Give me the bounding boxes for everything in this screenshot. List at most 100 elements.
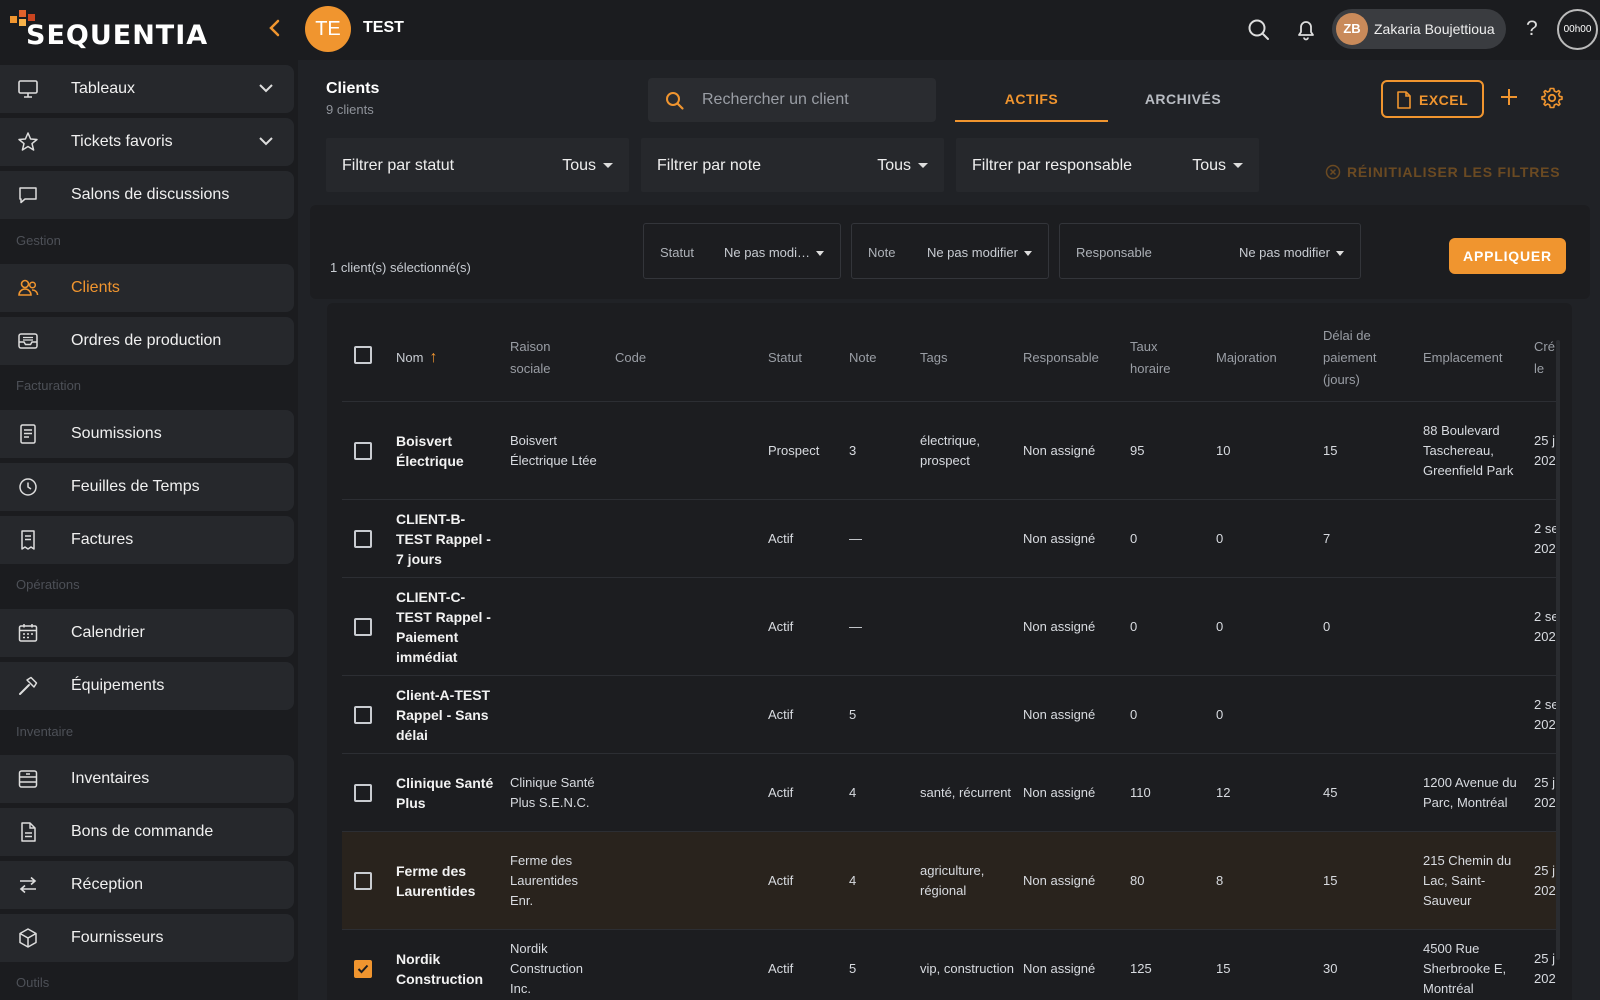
- search-input[interactable]: [702, 88, 922, 112]
- table-row[interactable]: Client-A-TEST Rappel - Sans délai Actif 5 N…: [342, 675, 1559, 753]
- filter-statut[interactable]: Filtrer par statut Tous: [326, 138, 629, 192]
- cell-tags: [920, 500, 1015, 577]
- sidebar-item-equipements[interactable]: Équipements: [0, 662, 294, 710]
- column-header-note[interactable]: Note: [849, 315, 909, 401]
- cell-delai: 0: [1323, 618, 1331, 634]
- cell-emplacement: [1423, 500, 1523, 577]
- cell-nom[interactable]: Clinique Santé Plus: [396, 754, 496, 831]
- sidebar-item-ordres-production[interactable]: Ordres de production: [0, 317, 294, 365]
- table-row[interactable]: CLIENT-B-TEST Rappel - 7 jours Actif — Non …: [342, 499, 1559, 577]
- table-row[interactable]: Nordik Construction Nordik Construction I…: [342, 929, 1557, 1000]
- cell-raison: [510, 500, 600, 577]
- cell-raison: [510, 578, 600, 675]
- cell-majoration: 0: [1216, 530, 1224, 546]
- user-name: Zakaria Boujettioua: [1374, 21, 1495, 37]
- filter-note[interactable]: Filtrer par note Tous: [641, 138, 944, 192]
- column-header-delai-paiement[interactable]: Délai de paiement (jours): [1323, 315, 1403, 401]
- star-icon: [18, 132, 38, 151]
- select-all-checkbox[interactable]: [354, 346, 372, 364]
- table-row[interactable]: Ferme des Laurentides Ferme des Laurentid…: [342, 831, 1557, 929]
- filter-responsable[interactable]: Filtrer par responsable Tous: [956, 138, 1259, 192]
- row-checkbox[interactable]: [354, 706, 372, 724]
- section-label-inventaire: Inventaire: [16, 724, 74, 739]
- column-header-emplacement[interactable]: Emplacement: [1423, 315, 1523, 401]
- bulk-note-select[interactable]: Note Ne pas modifier: [851, 223, 1049, 279]
- help-icon[interactable]: ?: [1526, 17, 1538, 41]
- collapse-sidebar-button[interactable]: [268, 17, 288, 43]
- table-row[interactable]: Boisvert Électrique Boisvert Électrique L…: [342, 401, 1557, 499]
- cell-emplacement: 88 Boulevard Taschereau, Greenfield Park: [1423, 422, 1514, 478]
- logo-square: [19, 10, 26, 17]
- row-checkbox[interactable]: [354, 442, 372, 460]
- reset-filters-button[interactable]: RÉINITIALISER LES FILTRES: [1325, 164, 1560, 180]
- sequentia-logo[interactable]: SEQUENTIA: [6, 10, 207, 51]
- column-header-taux-horaire[interactable]: Taux horaire: [1130, 315, 1190, 401]
- cell-nom[interactable]: Nordik Construction: [396, 930, 496, 1000]
- row-checkbox[interactable]: [354, 960, 372, 978]
- clients-table: Nom ↑ Raison sociale Code Statut Note Ta…: [327, 303, 1572, 1000]
- tab-actifs[interactable]: ACTIFS: [955, 80, 1108, 122]
- workspace-avatar[interactable]: TE: [305, 6, 351, 52]
- column-header-majoration[interactable]: Majoration: [1216, 315, 1306, 401]
- cell-raison: Clinique Santé Plus S.E.N.C.: [510, 774, 595, 810]
- column-header-tags[interactable]: Tags: [920, 315, 1000, 401]
- table-row[interactable]: CLIENT-C-TEST Rappel - Paiement immédiat…: [342, 577, 1559, 675]
- table-row[interactable]: Clinique Santé Plus Clinique Santé Plus S…: [342, 753, 1557, 831]
- sidebar-item-calendrier[interactable]: Calendrier: [0, 609, 294, 657]
- users-icon: [18, 279, 39, 296]
- column-header-raison-sociale[interactable]: Raison sociale: [510, 315, 590, 401]
- apply-button[interactable]: APPLIQUER: [1449, 238, 1566, 274]
- sort-arrow-icon: ↑: [429, 349, 438, 366]
- bell-icon[interactable]: [1292, 16, 1320, 44]
- sidebar-item-feuilles-temps[interactable]: Feuilles de Temps: [0, 463, 294, 511]
- row-checkbox[interactable]: [354, 872, 372, 890]
- arrows-icon: [19, 876, 37, 894]
- sidebar-item-tableaux[interactable]: Tableaux: [0, 65, 294, 113]
- column-header-nom[interactable]: Nom ↑: [396, 315, 496, 401]
- column-header-code[interactable]: Code: [615, 315, 695, 401]
- timer-badge[interactable]: 00h00: [1557, 9, 1598, 50]
- user-menu[interactable]: ZB Zakaria Boujettioua: [1332, 9, 1506, 49]
- inbox-icon: [18, 333, 38, 349]
- sidebar-item-reception[interactable]: Réception: [0, 861, 294, 909]
- bulk-edit-panel: 1 client(s) sélectionné(s) Statut Ne pas…: [310, 205, 1590, 299]
- add-client-button[interactable]: [1498, 84, 1520, 115]
- tab-archives[interactable]: ARCHIVÉS: [1108, 80, 1258, 122]
- cell-delai: 7: [1323, 530, 1331, 546]
- sidebar-item-bons-commande[interactable]: Bons de commande: [0, 808, 294, 856]
- row-checkbox[interactable]: [354, 784, 372, 802]
- cell-delai: 15: [1323, 442, 1338, 458]
- export-excel-button[interactable]: EXCEL: [1381, 80, 1484, 118]
- search-box: [648, 78, 936, 122]
- bulk-responsable-select[interactable]: Responsable Ne pas modifier: [1059, 223, 1361, 279]
- cell-nom[interactable]: CLIENT-B-TEST Rappel - 7 jours: [396, 500, 496, 577]
- sidebar-item-clients[interactable]: Clients: [0, 264, 294, 312]
- gear-icon: [1541, 87, 1563, 109]
- sidebar-item-tickets-favoris[interactable]: Tickets favoris: [0, 118, 294, 166]
- sidebar-item-factures[interactable]: Factures: [0, 516, 294, 564]
- search-icon[interactable]: [1245, 16, 1273, 44]
- sidebar-item-salons[interactable]: Salons de discussions: [0, 171, 294, 219]
- cell-nom[interactable]: Boisvert Électrique: [396, 402, 496, 499]
- stack-icon: [18, 770, 38, 788]
- sidebar-item-fournisseurs[interactable]: Fournisseurs: [0, 914, 294, 962]
- sidebar-item-inventaires[interactable]: Inventaires: [0, 755, 294, 803]
- cell-responsable: Non assigné: [1023, 960, 1096, 976]
- sidebar-item-soumissions[interactable]: Soumissions: [0, 410, 294, 458]
- cell-statut: Actif: [768, 784, 794, 800]
- settings-button[interactable]: [1540, 86, 1564, 115]
- column-header-responsable[interactable]: Responsable: [1023, 315, 1123, 401]
- bulk-statut-select[interactable]: Statut Ne pas modi…: [643, 223, 841, 279]
- search-icon: [666, 92, 684, 110]
- row-checkbox[interactable]: [354, 618, 372, 636]
- scrollbar[interactable]: [1556, 340, 1560, 960]
- section-label-gestion: Gestion: [16, 233, 61, 248]
- cell-nom[interactable]: Ferme des Laurentides: [396, 832, 496, 929]
- cell-taux: 80: [1130, 872, 1145, 888]
- cell-code: [615, 832, 695, 929]
- cell-nom[interactable]: Client-A-TEST Rappel - Sans délai: [396, 676, 496, 753]
- cell-nom[interactable]: CLIENT-C-TEST Rappel - Paiement immédiat: [396, 578, 496, 675]
- cell-emplacement: [1423, 578, 1523, 675]
- row-checkbox[interactable]: [354, 530, 372, 548]
- column-header-statut[interactable]: Statut: [768, 315, 838, 401]
